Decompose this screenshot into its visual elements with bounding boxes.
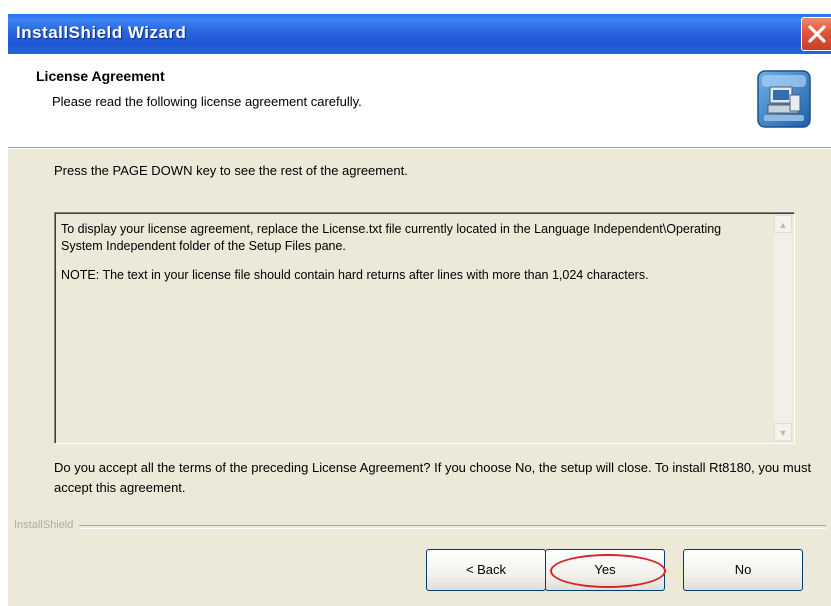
page-subtitle: Please read the following license agreem… — [52, 94, 362, 109]
yes-button[interactable]: Yes — [545, 549, 665, 591]
scroll-down-arrow-icon[interactable]: ▼ — [774, 423, 792, 441]
no-button[interactable]: No — [683, 549, 803, 591]
license-paragraph: To display your license agreement, repla… — [61, 222, 722, 253]
license-text-area[interactable]: To display your license agreement, repla… — [54, 212, 795, 444]
back-button[interactable]: < Back — [426, 549, 546, 591]
header-panel: License Agreement Please read the follow… — [8, 54, 831, 148]
installshield-brand-label: InstallShield — [14, 519, 80, 531]
title-bar[interactable]: InstallShield Wizard — [8, 14, 831, 54]
window-title: InstallShield Wizard — [16, 23, 187, 42]
close-icon — [808, 25, 826, 43]
license-scrollbar[interactable]: ▲ ▼ — [774, 215, 792, 441]
close-button[interactable] — [801, 17, 831, 51]
accept-question-text: Do you accept all the terms of the prece… — [54, 460, 812, 495]
installshield-wizard-window: InstallShield Wizard License Agreement P… — [8, 14, 831, 606]
instruction-text: Press the PAGE DOWN key to see the rest … — [54, 163, 408, 178]
license-content: To display your license agreement, repla… — [61, 221, 761, 296]
scroll-up-arrow-icon[interactable]: ▲ — [774, 215, 792, 233]
header-separator — [8, 148, 831, 149]
license-paragraph: NOTE: The text in your license file shou… — [61, 268, 649, 282]
footer-divider — [14, 525, 826, 529]
page-title: License Agreement — [36, 68, 165, 84]
computer-setup-icon — [757, 70, 811, 128]
